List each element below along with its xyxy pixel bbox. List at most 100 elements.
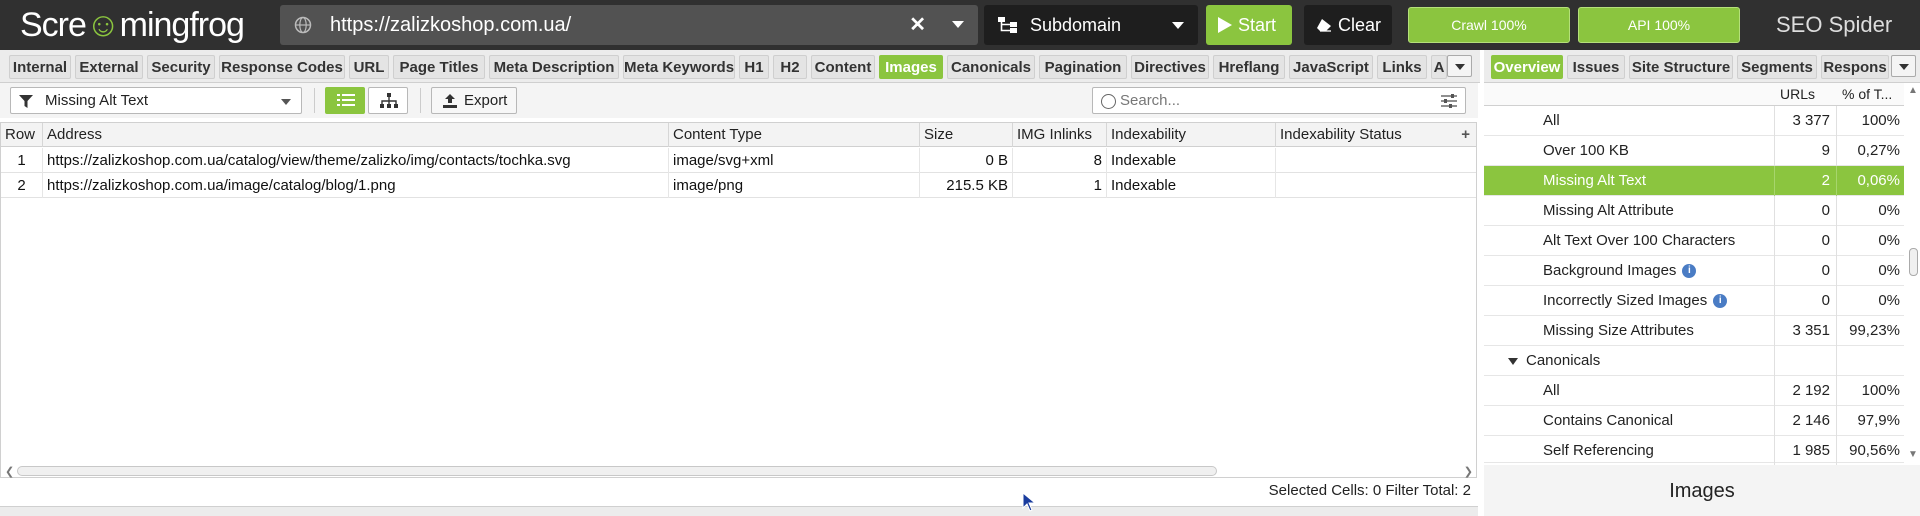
list-view-button[interactable]	[325, 87, 365, 114]
scroll-up-icon[interactable]: ▲	[1908, 85, 1918, 96]
start-button[interactable]: Start	[1206, 5, 1292, 45]
tab-url[interactable]: URL	[349, 55, 389, 79]
overview-group-canonicals[interactable]: Canonicals	[1484, 346, 1904, 376]
tab-links[interactable]: Links	[1377, 55, 1427, 79]
chevron-down-icon	[1172, 22, 1184, 29]
api-progress-button[interactable]: API 100%	[1578, 7, 1740, 43]
cell-img-inlinks: 8	[1013, 148, 1107, 173]
column-header-size[interactable]: Size	[920, 123, 1013, 147]
column-header-indexability-status[interactable]: Indexability Status	[1276, 123, 1454, 147]
right-tabs-more-dropdown[interactable]	[1891, 55, 1916, 77]
column-header-row[interactable]: Row	[1, 123, 43, 147]
info-icon[interactable]: i	[1682, 264, 1697, 279]
cell-content-type: image/png	[669, 173, 920, 198]
column-header-content-type[interactable]: Content Type	[669, 123, 920, 147]
url-history-chevron-icon[interactable]	[952, 21, 964, 28]
tab-security[interactable]: Security	[147, 55, 215, 79]
start-label: Start	[1238, 15, 1277, 35]
tab-response-codes[interactable]: Response Codes	[219, 55, 345, 79]
search-settings-icon[interactable]	[1441, 94, 1457, 108]
overview-item[interactable]: All 3 377 100%	[1484, 106, 1904, 136]
column-header-address[interactable]: Address	[43, 123, 669, 147]
overview-item[interactable]: Missing Size Attributes 3 351 99,23%	[1484, 316, 1904, 346]
vertical-scrollbar[interactable]: ▲ ▼	[1906, 83, 1920, 463]
tab-canonicals[interactable]: Canonicals	[947, 55, 1035, 79]
horizontal-scrollbar[interactable]: ❮ ❯	[5, 465, 1473, 478]
overview-item[interactable]: Background Images i 0 0%	[1484, 256, 1904, 286]
tab-overview[interactable]: Overview	[1491, 55, 1563, 79]
tabs-more-dropdown[interactable]	[1447, 55, 1472, 77]
crawl-mode-select[interactable]: Subdomain	[984, 5, 1198, 45]
column-header-percent[interactable]: % of T...	[1842, 83, 1892, 106]
column-header-urls[interactable]: URLs	[1780, 83, 1815, 106]
mouse-cursor-icon	[1022, 492, 1036, 512]
collapse-triangle-icon[interactable]	[1508, 358, 1518, 365]
cell-indexability-status	[1276, 148, 1476, 173]
url-input[interactable]: https://zalizkoshop.com.ua/ ✕	[280, 5, 978, 45]
tab-hreflang[interactable]: Hreflang	[1213, 55, 1285, 79]
overview-item[interactable]: Missing Alt Attribute 0 0%	[1484, 196, 1904, 226]
crawl-progress-button[interactable]: Crawl 100%	[1408, 7, 1570, 43]
scrollbar-thumb[interactable]	[17, 466, 1217, 476]
scroll-down-icon[interactable]: ▼	[1908, 449, 1918, 460]
info-icon[interactable]: i	[1713, 294, 1728, 309]
app-window: Scre☺mingfrog https://zalizkoshop.com.ua…	[0, 0, 1920, 516]
hierarchy-icon	[998, 17, 1017, 33]
tab-h2[interactable]: H2	[773, 55, 807, 79]
url-value[interactable]: https://zalizkoshop.com.ua/	[330, 5, 571, 45]
scroll-left-icon[interactable]: ❮	[5, 465, 14, 478]
overview-item[interactable]: Over 100 KB 9 0,27%	[1484, 136, 1904, 166]
bottom-tab-strip	[0, 506, 1478, 516]
panel-title: Images	[1484, 465, 1920, 516]
overview-item[interactable]: Incorrectly Sized Images i 0 0%	[1484, 286, 1904, 316]
scroll-right-icon[interactable]: ❯	[1464, 465, 1473, 478]
eraser-icon	[1317, 19, 1331, 32]
search-box[interactable]	[1092, 87, 1466, 114]
cell-indexability: Indexable	[1107, 173, 1276, 198]
tree-icon	[380, 93, 398, 108]
tab-images[interactable]: Images	[879, 55, 943, 79]
results-table: Row Address Content Type Size IMG Inlink…	[0, 122, 1477, 478]
table-row[interactable]: 1 https://zalizkoshop.com.ua/catalog/vie…	[1, 148, 1476, 173]
divider	[420, 88, 421, 113]
tab-overflow[interactable]: A	[1431, 55, 1447, 79]
tab-page-titles[interactable]: Page Titles	[393, 55, 485, 79]
tree-view-button[interactable]	[368, 87, 408, 114]
tab-javascript[interactable]: JavaScript	[1289, 55, 1373, 79]
clear-url-icon[interactable]: ✕	[909, 5, 926, 45]
tab-directives[interactable]: Directives	[1131, 55, 1209, 79]
overview-header: URLs % of T...	[1484, 83, 1904, 106]
filter-select[interactable]: Missing Alt Text	[10, 87, 302, 114]
upload-icon	[443, 94, 457, 108]
funnel-icon	[19, 95, 33, 108]
main-tab-bar: Internal External Security Response Code…	[0, 50, 1480, 83]
scrollbar-thumb[interactable]	[1909, 248, 1918, 276]
column-header-indexability[interactable]: Indexability	[1107, 123, 1276, 147]
tab-meta-keywords[interactable]: Meta Keywords	[623, 55, 735, 79]
filter-toolbar: Missing Alt Text Export	[0, 83, 1478, 118]
tab-segments[interactable]: Segments	[1737, 55, 1817, 79]
tab-internal[interactable]: Internal	[9, 55, 71, 79]
overview-item[interactable]: Contains Canonical 2 146 97,9%	[1484, 406, 1904, 436]
add-column-icon[interactable]: +	[1461, 123, 1470, 147]
cell-size: 215.5 KB	[920, 173, 1013, 198]
cell-row: 2	[1, 173, 43, 198]
tab-site-structure[interactable]: Site Structure	[1629, 55, 1733, 79]
overview-item[interactable]: Alt Text Over 100 Characters 0 0%	[1484, 226, 1904, 256]
export-button[interactable]: Export	[431, 87, 517, 114]
tab-issues[interactable]: Issues	[1567, 55, 1625, 79]
column-header-img-inlinks[interactable]: IMG Inlinks	[1013, 123, 1107, 147]
overview-item[interactable]: All 2 192 100%	[1484, 376, 1904, 406]
tab-meta-description[interactable]: Meta Description	[489, 55, 619, 79]
tab-response-times[interactable]: Respons	[1821, 55, 1889, 79]
search-input[interactable]	[1120, 90, 1420, 111]
tab-h1[interactable]: H1	[739, 55, 769, 79]
table-row[interactable]: 2 https://zalizkoshop.com.ua/image/catal…	[1, 173, 1476, 198]
clear-button[interactable]: Clear	[1304, 5, 1392, 45]
clear-label: Clear	[1338, 15, 1382, 35]
overview-item-selected[interactable]: Missing Alt Text 2 0,06%	[1484, 166, 1904, 196]
tab-external[interactable]: External	[75, 55, 143, 79]
tab-pagination[interactable]: Pagination	[1039, 55, 1127, 79]
overview-item[interactable]: Self Referencing 1 985 90,56%	[1484, 436, 1904, 466]
tab-content[interactable]: Content	[811, 55, 875, 79]
